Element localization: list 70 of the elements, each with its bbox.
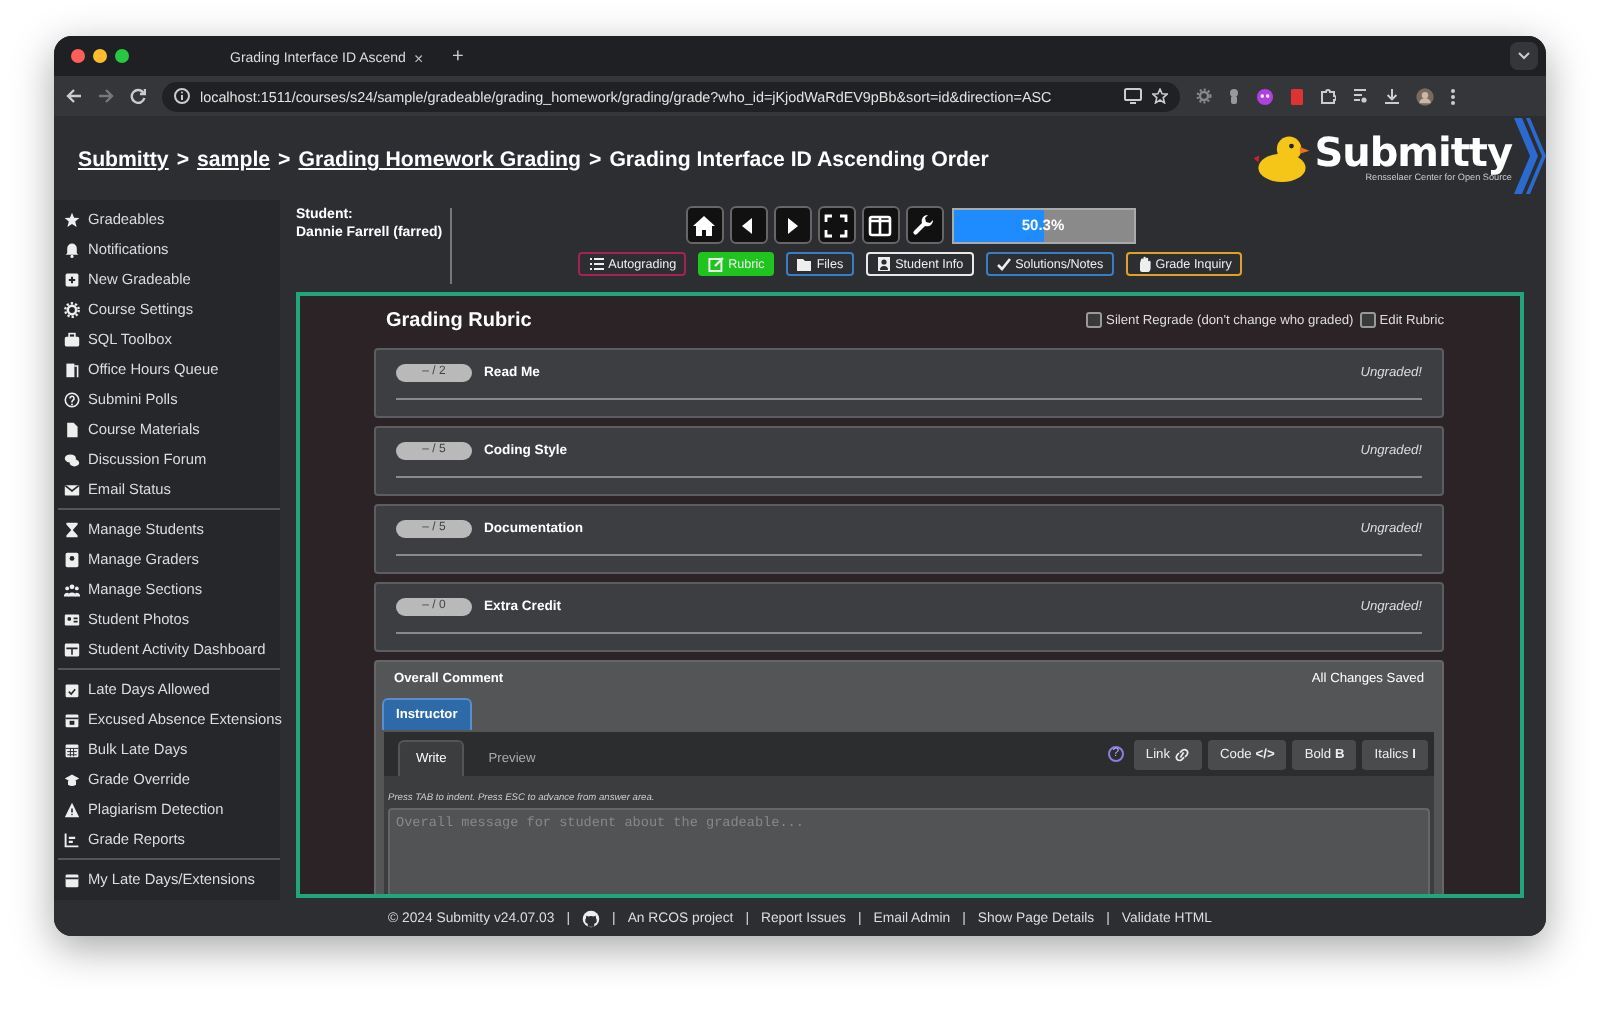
file-icon — [64, 421, 80, 437]
mask-icon[interactable] — [1256, 87, 1274, 105]
checkbox[interactable] — [1359, 312, 1376, 328]
chat-bubbles-icon — [64, 451, 80, 467]
breadcrumb-link[interactable]: Submitty — [78, 148, 169, 172]
fullscreen-button[interactable] — [817, 206, 855, 244]
breadcrumb-separator: > — [278, 148, 291, 172]
toolbox-icon — [64, 331, 80, 347]
hourglass-icon — [64, 521, 80, 537]
back-arrow-icon[interactable] — [66, 88, 82, 104]
gear-icon — [64, 301, 80, 317]
site-info-icon[interactable] — [174, 88, 190, 104]
graduation-cap-icon — [64, 771, 80, 787]
calendar-check-icon — [64, 681, 80, 697]
portrait-card-icon — [64, 611, 80, 627]
calendar-icon — [64, 711, 80, 727]
media-icon[interactable] — [1352, 88, 1368, 104]
columns-icon — [868, 213, 892, 237]
wrench-icon — [912, 213, 936, 237]
forward-arrow-icon[interactable] — [98, 88, 114, 104]
chevron-down-icon — [1518, 52, 1530, 60]
next-button[interactable] — [773, 206, 811, 244]
split-view-button[interactable] — [861, 206, 899, 244]
download-icon[interactable] — [1384, 88, 1400, 104]
checkbox[interactable] — [1086, 312, 1103, 328]
bell-icon — [64, 241, 80, 257]
avatar-icon[interactable] — [1416, 87, 1434, 105]
expand-icon — [824, 213, 848, 237]
star-icon[interactable] — [1152, 88, 1168, 104]
gear-icon[interactable] — [1196, 88, 1212, 104]
menu-icon[interactable] — [1450, 87, 1456, 105]
link-icon — [1174, 747, 1191, 761]
breadcrumb-link[interactable]: sample — [197, 148, 271, 172]
calendar-icon — [64, 741, 80, 757]
people-icon — [64, 581, 80, 597]
table-icon — [64, 641, 80, 657]
home-button[interactable] — [685, 206, 723, 244]
logo-text: Submitty — [1314, 130, 1512, 174]
bar-chart-icon — [64, 831, 80, 847]
breadcrumb-link[interactable]: Grading Homework Grading — [298, 148, 581, 172]
breadcrumb-separator: > — [589, 148, 602, 172]
reload-icon[interactable] — [130, 88, 146, 104]
home-icon — [692, 213, 716, 237]
chevrons-icon — [1514, 118, 1546, 194]
checkmark-icon — [995, 256, 1012, 272]
tab-search-button[interactable] — [1510, 42, 1538, 70]
previous-button[interactable] — [729, 206, 767, 244]
tab-close-button[interactable]: × — [413, 50, 424, 68]
person-icon — [875, 256, 892, 272]
id-card-icon — [64, 551, 80, 567]
settings-button[interactable] — [905, 206, 943, 244]
folder-icon — [796, 256, 813, 272]
question-circle-icon — [64, 391, 80, 407]
breadcrumb-separator: > — [176, 148, 190, 172]
plus-square-icon — [64, 271, 80, 287]
window-controls-icon[interactable] — [70, 48, 130, 64]
star-icon — [64, 211, 80, 227]
pencil-square-icon — [708, 256, 725, 272]
list-icon — [588, 256, 605, 272]
warning-icon — [64, 801, 80, 817]
screen-icon[interactable] — [1124, 88, 1142, 104]
calendar-icon — [64, 871, 80, 887]
panel-title: Grading Rubric — [386, 309, 534, 331]
new-tab-button[interactable]: + — [446, 40, 470, 76]
hand-icon — [1135, 256, 1152, 272]
page-title: Grading Interface ID Ascending Order — [609, 148, 989, 172]
puzzle-icon[interactable] — [1320, 88, 1336, 104]
door-icon — [64, 361, 80, 377]
github-icon[interactable] — [582, 909, 601, 927]
envelope-icon — [64, 481, 80, 497]
